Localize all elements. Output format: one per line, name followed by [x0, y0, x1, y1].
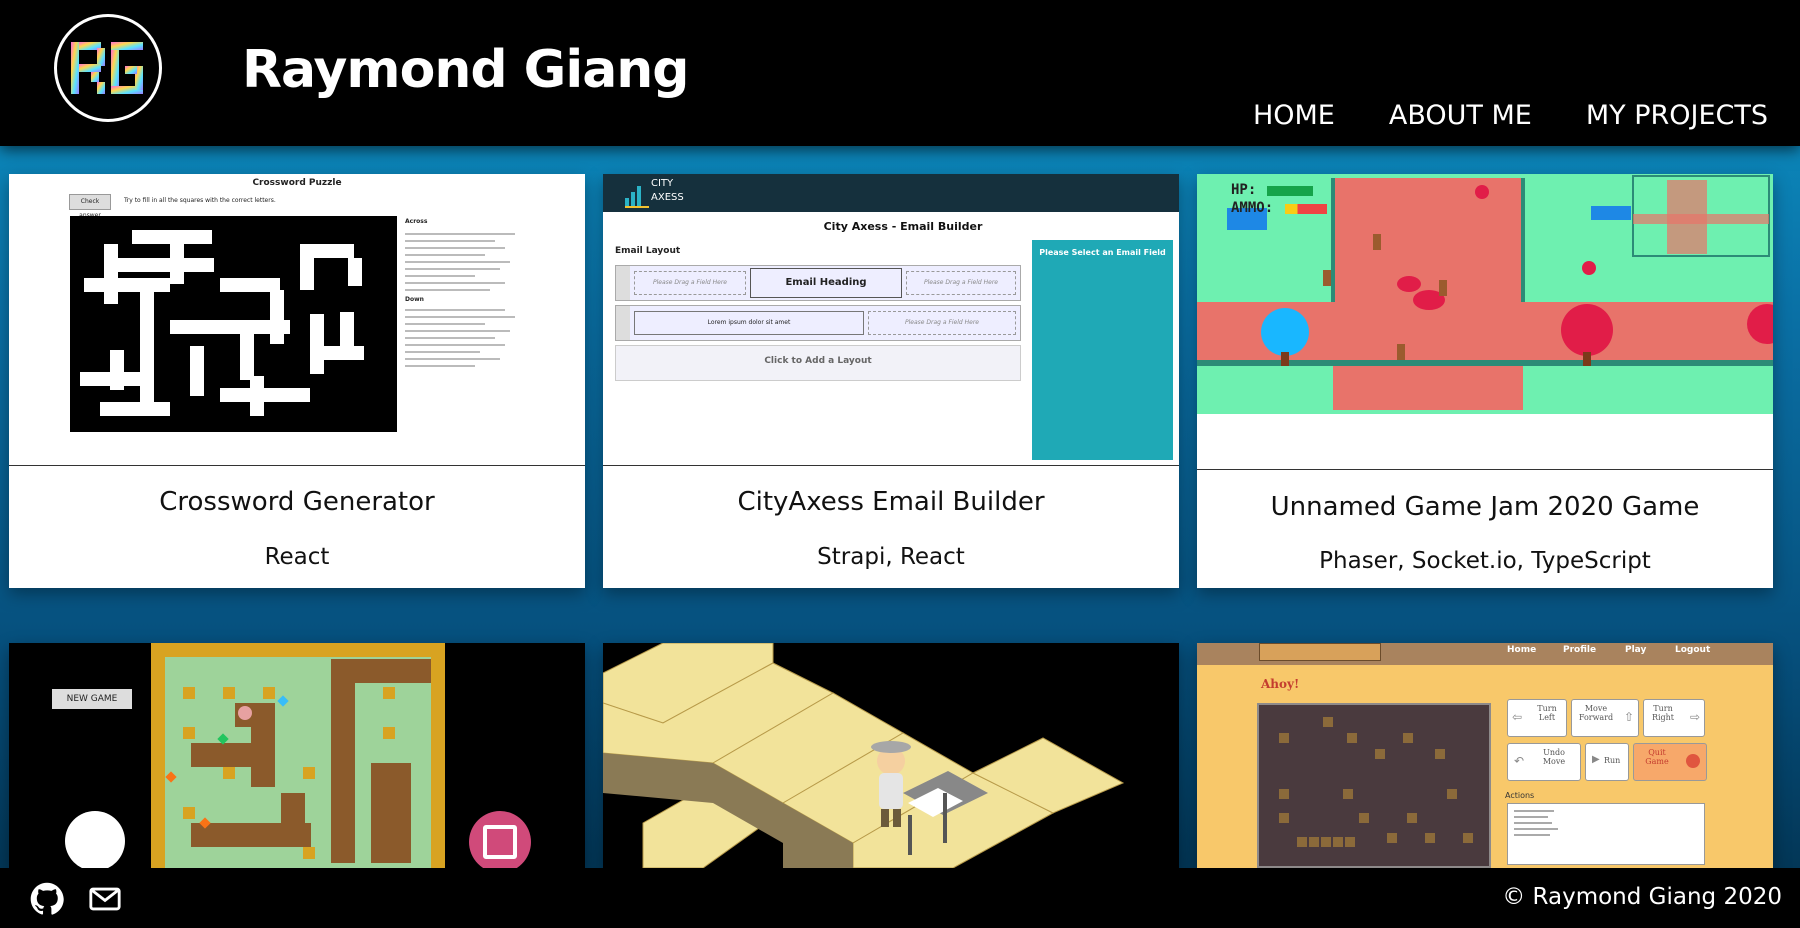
crossword-instruction: Try to fill in all the squares with the …: [124, 197, 276, 204]
email-layout-label: Email Layout: [615, 246, 681, 256]
new-game-button[interactable]: NEW GAME: [52, 689, 132, 709]
project-thumbnail: HP: AMMO:: [1197, 174, 1773, 414]
nav-profile-link[interactable]: Profile: [1563, 645, 1596, 655]
hp-bar: [1267, 186, 1313, 196]
card-divider: [9, 465, 585, 466]
rg-logo-icon: [71, 42, 143, 94]
joystick-button[interactable]: [65, 811, 125, 868]
across-clues: Across Down: [405, 218, 585, 372]
project-card-game-jam[interactable]: HP: AMMO: Unnamed Game Jam 2020 Game Pha…: [1197, 174, 1773, 588]
game-nav-bar: Home Profile Play Logout: [1197, 643, 1773, 665]
move-forward-label: Move Forward: [1578, 704, 1614, 722]
project-card-cityaxess[interactable]: CITY AXESS City Axess - Email Builder Em…: [603, 174, 1179, 588]
undo-icon: ↶: [1514, 754, 1525, 768]
isometric-scene: [603, 643, 1179, 868]
project-card-isometric-game[interactable]: [603, 643, 1179, 868]
site-footer: © Raymond Giang 2020: [0, 868, 1800, 928]
turn-left-label: Turn Left: [1537, 704, 1557, 722]
run-button[interactable]: ▶ Run: [1585, 743, 1629, 781]
site-title: Raymond Giang: [242, 40, 690, 100]
game-board: [1257, 703, 1491, 868]
crossword-heading: Crossword Puzzle: [252, 178, 342, 188]
project-card-maze-game[interactable]: NEW GAME: [9, 643, 585, 868]
action-button[interactable]: [469, 811, 531, 868]
field-editor-panel: Please Select an Email Field: [1032, 240, 1173, 460]
nav-my-projects[interactable]: MY PROJECTS: [1586, 100, 1768, 131]
layout-row-1[interactable]: Please Drag a Field Here Email Heading P…: [615, 265, 1021, 301]
undo-move-button[interactable]: ↶ Undo Move: [1507, 743, 1581, 781]
card-divider: [1197, 469, 1773, 470]
project-thumbnail: Crossword Puzzle Check answer Try to fil…: [9, 174, 585, 465]
move-forward-button[interactable]: Move Forward ⇧: [1571, 699, 1639, 737]
actions-log[interactable]: [1507, 803, 1705, 865]
undo-move-label: Undo Move: [1542, 748, 1566, 766]
game-logo: [1259, 643, 1381, 661]
project-tech: Phaser, Socket.io, TypeScript: [1319, 548, 1651, 574]
drop-field[interactable]: Please Drag a Field Here: [868, 311, 1016, 335]
down-label: Down: [405, 296, 424, 303]
clue-lines: [405, 309, 585, 367]
add-layout-label: Click to Add a Layout: [764, 356, 872, 366]
cityaxess-logo-top: CITY: [651, 178, 674, 189]
exit-icon: [1686, 754, 1700, 768]
github-icon[interactable]: [30, 882, 64, 916]
add-layout-button[interactable]: Click to Add a Layout: [615, 345, 1021, 381]
quit-game-button[interactable]: Quit Game: [1633, 743, 1707, 781]
layout-row-2[interactable]: Lorem ipsum dolor sit amet Please Drag a…: [615, 305, 1021, 341]
game-scene: [1197, 174, 1773, 414]
project-thumbnail: CITY AXESS City Axess - Email Builder Em…: [603, 174, 1179, 465]
nav-logout-link[interactable]: Logout: [1675, 645, 1710, 655]
logo[interactable]: [54, 14, 162, 122]
mail-icon[interactable]: [88, 882, 122, 916]
across-label: Across: [405, 218, 428, 225]
nav-home-link[interactable]: Home: [1507, 645, 1536, 655]
project-tech: React: [264, 544, 330, 570]
project-card-crossword[interactable]: Crossword Puzzle Check answer Try to fil…: [9, 174, 585, 588]
drop-field[interactable]: Please Drag a Field Here: [906, 271, 1016, 295]
project-title: Crossword Generator: [159, 487, 435, 517]
card-divider: [603, 465, 1179, 466]
turn-left-button[interactable]: ⇦ Turn Left: [1507, 699, 1567, 737]
main-nav: HOME ABOUT ME MY PROJECTS: [1253, 100, 1768, 131]
run-icon: ▶: [1592, 754, 1600, 765]
project-title: Unnamed Game Jam 2020 Game: [1270, 492, 1700, 522]
select-field-message: Please Select an Email Field: [1039, 248, 1166, 257]
actions-label: Actions: [1505, 791, 1535, 800]
clue-lines: [405, 233, 585, 291]
email-heading-field[interactable]: Email Heading: [750, 268, 902, 298]
arrow-up-icon: ⇧: [1623, 710, 1634, 724]
lorem-field[interactable]: Lorem ipsum dolor sit amet: [634, 311, 864, 335]
turn-right-button[interactable]: Turn Right ⇨: [1643, 699, 1705, 737]
cityaxess-logo-icon: [625, 186, 649, 208]
drop-field[interactable]: Please Drag a Field Here: [634, 271, 746, 295]
nav-home[interactable]: HOME: [1253, 100, 1335, 131]
hp-label: HP:: [1231, 182, 1257, 198]
square-icon: [483, 825, 517, 859]
run-label: Run: [1604, 756, 1621, 765]
cityaxess-topbar: CITY AXESS: [603, 174, 1179, 212]
nav-play-link[interactable]: Play: [1625, 645, 1646, 655]
email-builder-heading: City Axess - Email Builder: [823, 220, 983, 233]
project-title: CityAxess Email Builder: [737, 487, 1045, 517]
site-header: Raymond Giang HOME ABOUT ME MY PROJECTS: [0, 0, 1800, 146]
crossword-grid: [70, 216, 397, 432]
project-card-pirate-game[interactable]: Home Profile Play Logout Ahoy! ⇦ Turn Le…: [1197, 643, 1773, 868]
quit-game-label: Quit Game: [1645, 748, 1669, 766]
check-answer-button[interactable]: Check answer: [69, 194, 111, 219]
cityaxess-logo-bottom: AXESS: [651, 192, 684, 203]
ammo-bar: [1285, 204, 1327, 214]
copyright: © Raymond Giang 2020: [1502, 884, 1782, 910]
arrow-right-icon: ⇨: [1689, 710, 1700, 724]
project-tech: Strapi, React: [817, 544, 965, 570]
turn-right-label: Turn Right: [1651, 704, 1675, 722]
arrow-left-icon: ⇦: [1512, 710, 1523, 724]
greeting: Ahoy!: [1261, 677, 1300, 691]
ammo-label: AMMO:: [1231, 200, 1274, 216]
nav-about-me[interactable]: ABOUT ME: [1389, 100, 1532, 131]
maze-board: [151, 643, 445, 868]
